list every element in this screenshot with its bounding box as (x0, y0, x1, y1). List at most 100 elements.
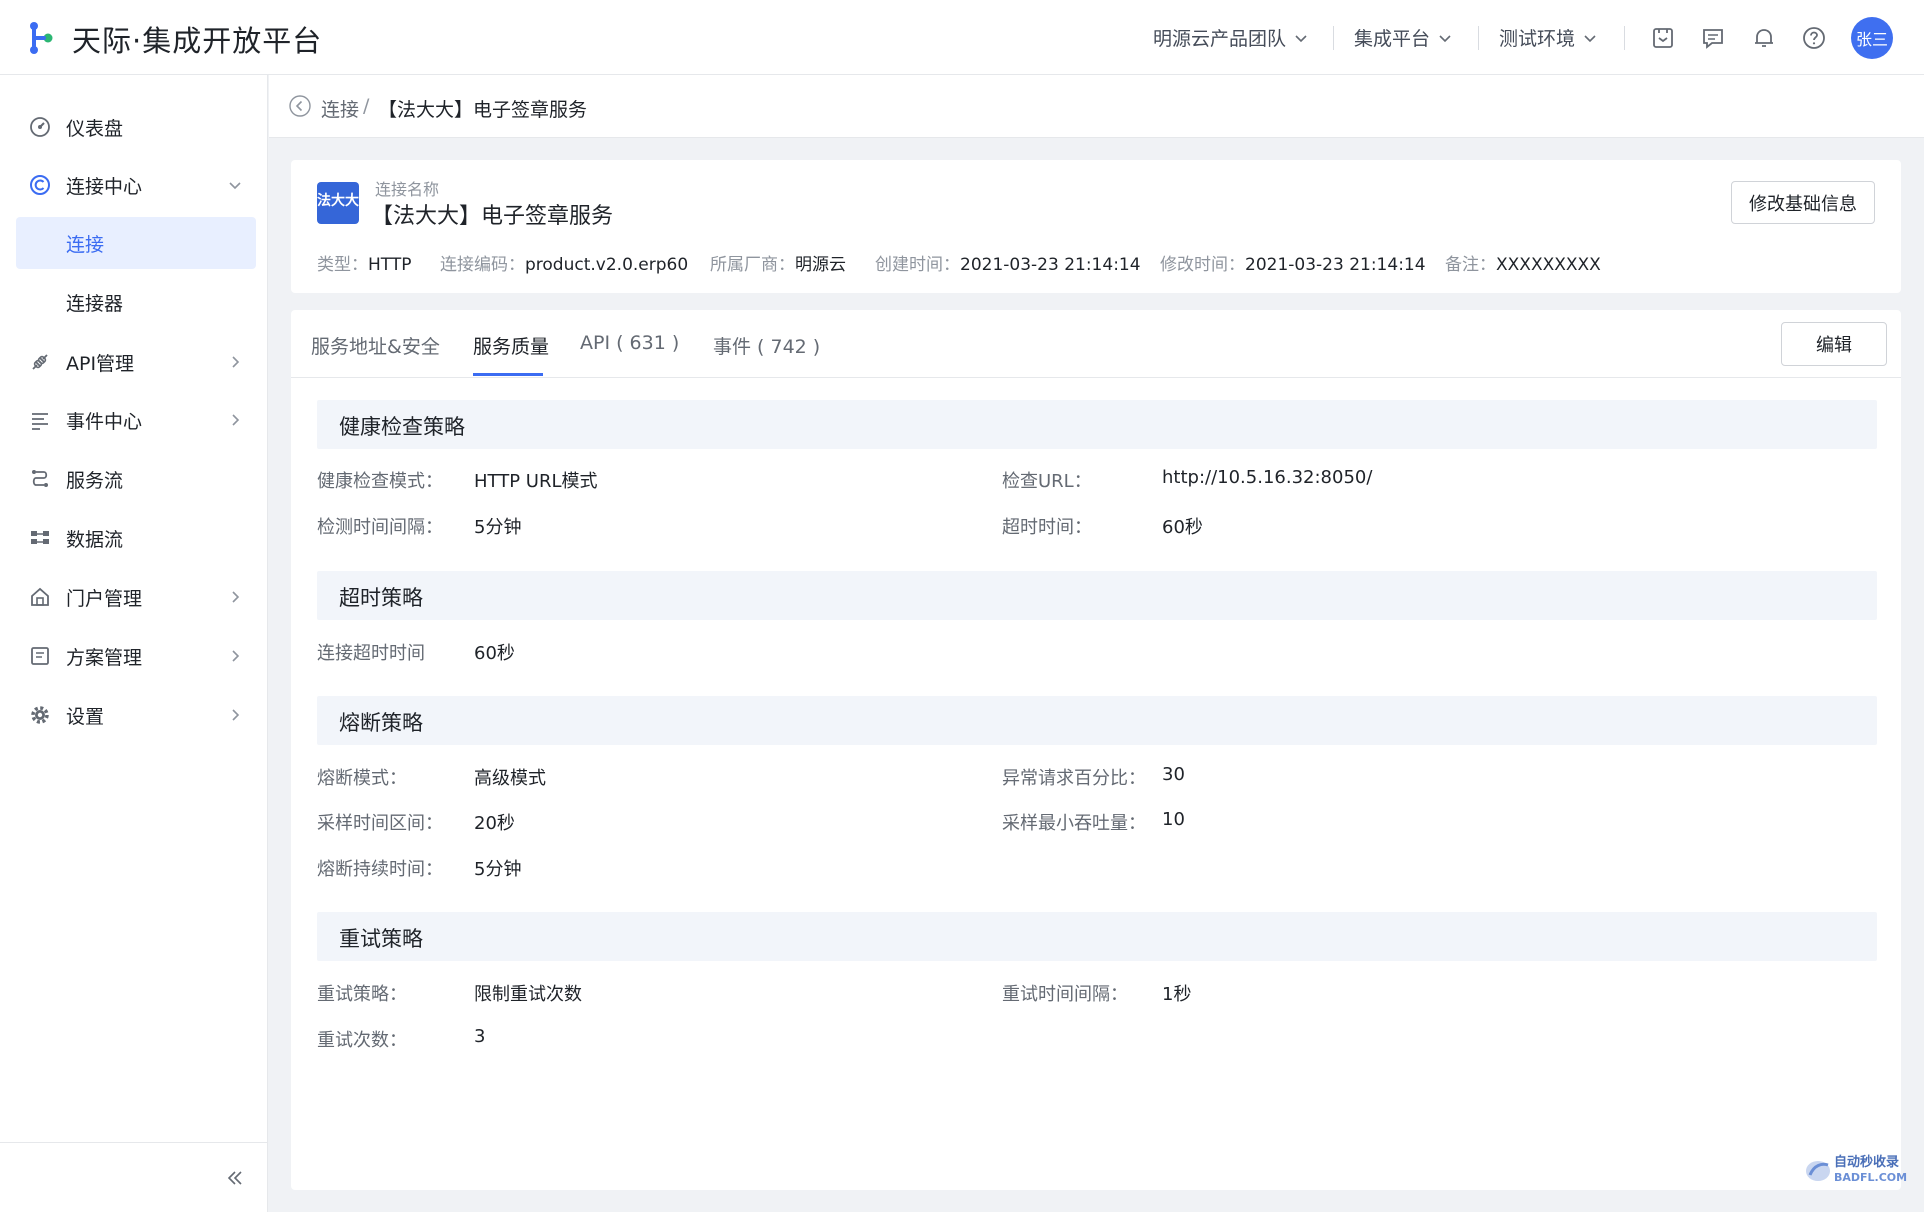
meta-created: 创建时间：2021-03-23 21:14:14 (875, 255, 1141, 275)
sidebar-item-label: API管理 (66, 352, 135, 375)
sidebar-item-settings[interactable]: 设置 (16, 689, 256, 741)
sidebar-item-event-center[interactable]: 事件中心 (16, 394, 256, 446)
field-value: 30 (1162, 764, 1185, 785)
tab-address-security[interactable]: 服务地址&安全 (311, 332, 440, 359)
help-icon[interactable] (1801, 25, 1827, 51)
field-label: 超时时间： (1002, 517, 1092, 538)
sidebar-item-api-management[interactable]: API管理 (16, 336, 256, 388)
watermark: 自动秒收录 BADFL.COM (1802, 1153, 1907, 1187)
section-header-timeout: 超时策略 (317, 571, 1877, 620)
field-value: 5分钟 (474, 517, 522, 538)
field-value: 60秒 (1162, 517, 1203, 538)
chevron-right-icon (232, 650, 240, 662)
top-header: 天际·集成开放平台 明源云产品团队 集成平台 测试环境 张三 (0, 0, 1924, 75)
header-divider (1624, 26, 1625, 50)
team-dropdown[interactable]: 明源云产品团队 (1153, 24, 1308, 51)
chevron-right-icon (232, 591, 240, 603)
connection-name: 【法大大】电子签章服务 (371, 204, 614, 229)
watermark-logo-icon (1806, 1161, 1830, 1181)
sidebar-item-service-flow[interactable]: 服务流 (16, 453, 256, 505)
header-divider (1478, 26, 1479, 50)
sidebar-item-label: 方案管理 (66, 646, 143, 669)
sidebar-item-connector[interactable]: 连接器 (16, 276, 256, 328)
connection-name-label: 连接名称 (375, 180, 440, 199)
sidebar-item-dashboard[interactable]: 仪表盘 (16, 101, 256, 153)
sidebar-item-label: 连接中心 (66, 175, 143, 198)
field-label: 采样时间区间： (317, 813, 443, 834)
settings-icon (31, 706, 49, 724)
tab-service-quality[interactable]: 服务质量 (473, 332, 549, 359)
edit-basic-info-button[interactable]: 修改基础信息 (1731, 181, 1875, 224)
field-value: HTTP URL模式 (474, 471, 598, 492)
plan-icon (31, 647, 49, 665)
user-avatar[interactable]: 张三 (1851, 17, 1893, 59)
sidebar-item-label: 服务流 (66, 469, 124, 492)
section-title: 超时策略 (339, 586, 423, 610)
event-icon (32, 413, 48, 430)
sidebar-item-connection[interactable]: 连接 (16, 217, 256, 269)
field-label: 重试次数： (317, 1030, 407, 1051)
detail-card: 服务地址&安全 服务质量 API ( 631 ) 事件 ( 742 ) 编辑 健… (291, 310, 1901, 1190)
data-flow-icon (31, 531, 49, 544)
sidebar-item-label: 事件中心 (66, 410, 143, 433)
chevron-down-icon (229, 182, 241, 190)
header-divider (1333, 26, 1334, 50)
bell-icon[interactable] (1751, 25, 1777, 51)
watermark-text: 自动秒收录 BADFL.COM (1834, 1155, 1908, 1184)
breadcrumb-parent-link[interactable]: 连接 (321, 95, 359, 122)
field-label: 重试时间间隔： (1002, 984, 1128, 1005)
meta-remark: 备注：XXXXXXXXX (1445, 255, 1601, 275)
sidebar-item-connection-center[interactable]: 连接中心 (16, 159, 256, 211)
inbox-icon[interactable] (1650, 25, 1676, 51)
portal-icon (31, 587, 49, 606)
chevron-down-icon (1295, 34, 1307, 42)
tab-events[interactable]: 事件 ( 742 ) (713, 332, 820, 359)
field-value: 10 (1162, 809, 1185, 830)
dashboard-icon (30, 117, 50, 137)
sidebar: 仪表盘 连接中心 连接 连接器 API管理 事件中心 服务流 数据流 门户管理 … (0, 75, 268, 1212)
platform-dropdown[interactable]: 集成平台 (1354, 24, 1452, 51)
tab-api[interactable]: API ( 631 ) (580, 332, 679, 354)
breadcrumb-separator: / (363, 95, 370, 117)
field-value: 60秒 (474, 643, 515, 664)
field-label: 重试策略： (317, 984, 407, 1005)
chevron-down-icon (1584, 34, 1596, 42)
sidebar-item-label: 连接器 (66, 292, 124, 315)
active-tab-indicator (473, 373, 543, 376)
environment-dropdown-label: 测试环境 (1499, 28, 1576, 50)
chevron-down-icon (1439, 34, 1451, 42)
message-icon[interactable] (1700, 25, 1726, 51)
field-value: 限制重试次数 (474, 984, 582, 1005)
sidebar-footer (0, 1142, 268, 1212)
field-value: http://10.5.16.32:8050/ (1162, 467, 1373, 488)
sidebar-item-portal-management[interactable]: 门户管理 (16, 571, 256, 623)
collapse-sidebar-icon[interactable] (224, 1167, 246, 1189)
environment-dropdown[interactable]: 测试环境 (1499, 24, 1597, 51)
sidebar-item-label: 门户管理 (66, 587, 143, 610)
section-header-health-check: 健康检查策略 (317, 400, 1877, 449)
field-value: 1秒 (1162, 984, 1192, 1005)
connection-center-icon (30, 175, 50, 195)
chevron-right-icon (232, 356, 240, 368)
back-icon[interactable] (288, 94, 312, 118)
connection-info-card: 法大大 连接名称 【法大大】电子签章服务 修改基础信息 类型：HTTP 连接编码… (291, 160, 1901, 293)
meta-code: 连接编码：product.v2.0.erp60 (440, 255, 689, 275)
sidebar-item-plan-management[interactable]: 方案管理 (16, 630, 256, 682)
sidebar-item-label: 数据流 (66, 528, 124, 551)
field-label: 连接超时时间 (317, 643, 425, 664)
section-header-retry: 重试策略 (317, 912, 1877, 961)
team-dropdown-label: 明源云产品团队 (1153, 28, 1287, 50)
field-value: 5分钟 (474, 859, 522, 880)
breadcrumb-current: 【法大大】电子签章服务 (378, 99, 588, 121)
section-header-circuit-breaker: 熔断策略 (317, 696, 1877, 745)
field-label: 熔断模式： (317, 768, 407, 789)
sidebar-item-data-flow[interactable]: 数据流 (16, 512, 256, 564)
section-title: 重试策略 (339, 927, 423, 951)
vendor-logo: 法大大 (317, 182, 359, 224)
field-label: 采样最小吞吐量： (1002, 813, 1146, 834)
app-title: 天际·集成开放平台 (72, 24, 323, 58)
edit-button[interactable]: 编辑 (1781, 322, 1887, 366)
field-value: 3 (474, 1026, 486, 1047)
sidebar-item-label: 连接 (66, 233, 105, 256)
field-label: 健康检查模式： (317, 471, 443, 492)
